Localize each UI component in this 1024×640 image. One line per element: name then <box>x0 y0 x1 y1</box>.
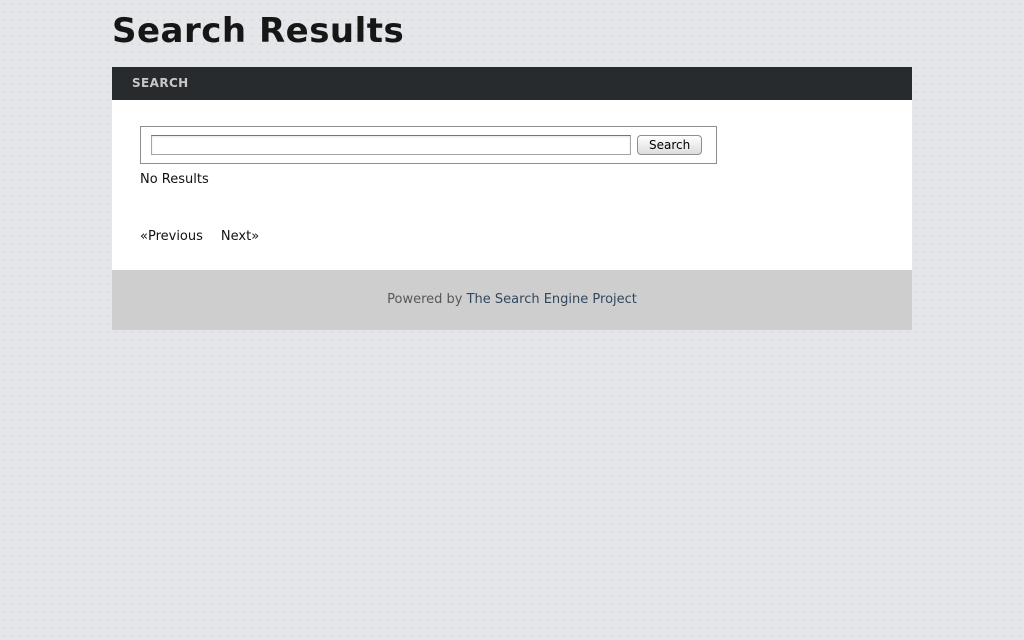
panel-header: SEARCH <box>112 67 912 100</box>
panel-body: Search No Results «Previous Next» <box>112 100 912 270</box>
previous-link[interactable]: «Previous <box>140 229 203 244</box>
results-status: No Results <box>140 172 912 187</box>
powered-by-text: Powered by <box>387 292 462 307</box>
page-title: Search Results <box>112 10 912 53</box>
next-link[interactable]: Next» <box>221 229 259 244</box>
search-form: Search <box>140 126 717 164</box>
search-input[interactable] <box>151 135 631 155</box>
search-button[interactable]: Search <box>637 135 702 155</box>
panel-footer: Powered by The Search Engine Project <box>112 270 912 330</box>
page: Search Results SEARCH Search No Results … <box>112 0 912 330</box>
panel-header-label: SEARCH <box>132 76 189 90</box>
search-panel: SEARCH Search No Results «PreviousNext» … <box>112 67 912 330</box>
footer-project-link[interactable]: The Search Engine Project <box>467 292 637 307</box>
pagination: «Previous Next» <box>140 229 912 244</box>
